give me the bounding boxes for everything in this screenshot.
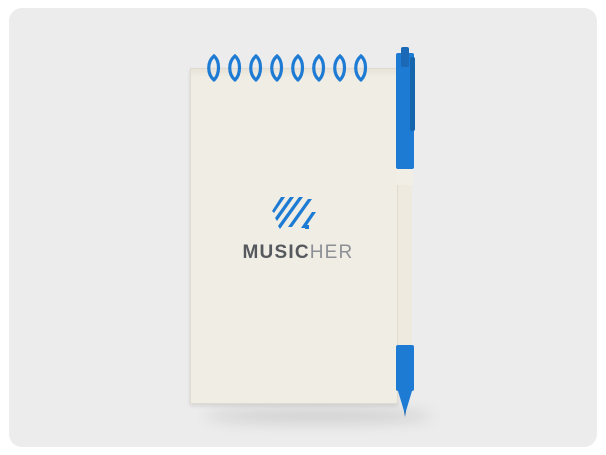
brand-name-light: HER — [309, 242, 354, 263]
spiral-binding — [207, 54, 368, 82]
brand-logo: MUSICHER — [213, 196, 383, 272]
musicher-logo-mark-icon — [272, 197, 316, 229]
brand-name: MUSICHER — [213, 242, 383, 264]
pen — [396, 47, 415, 417]
brand-name-strong: MUSIC — [242, 242, 310, 263]
